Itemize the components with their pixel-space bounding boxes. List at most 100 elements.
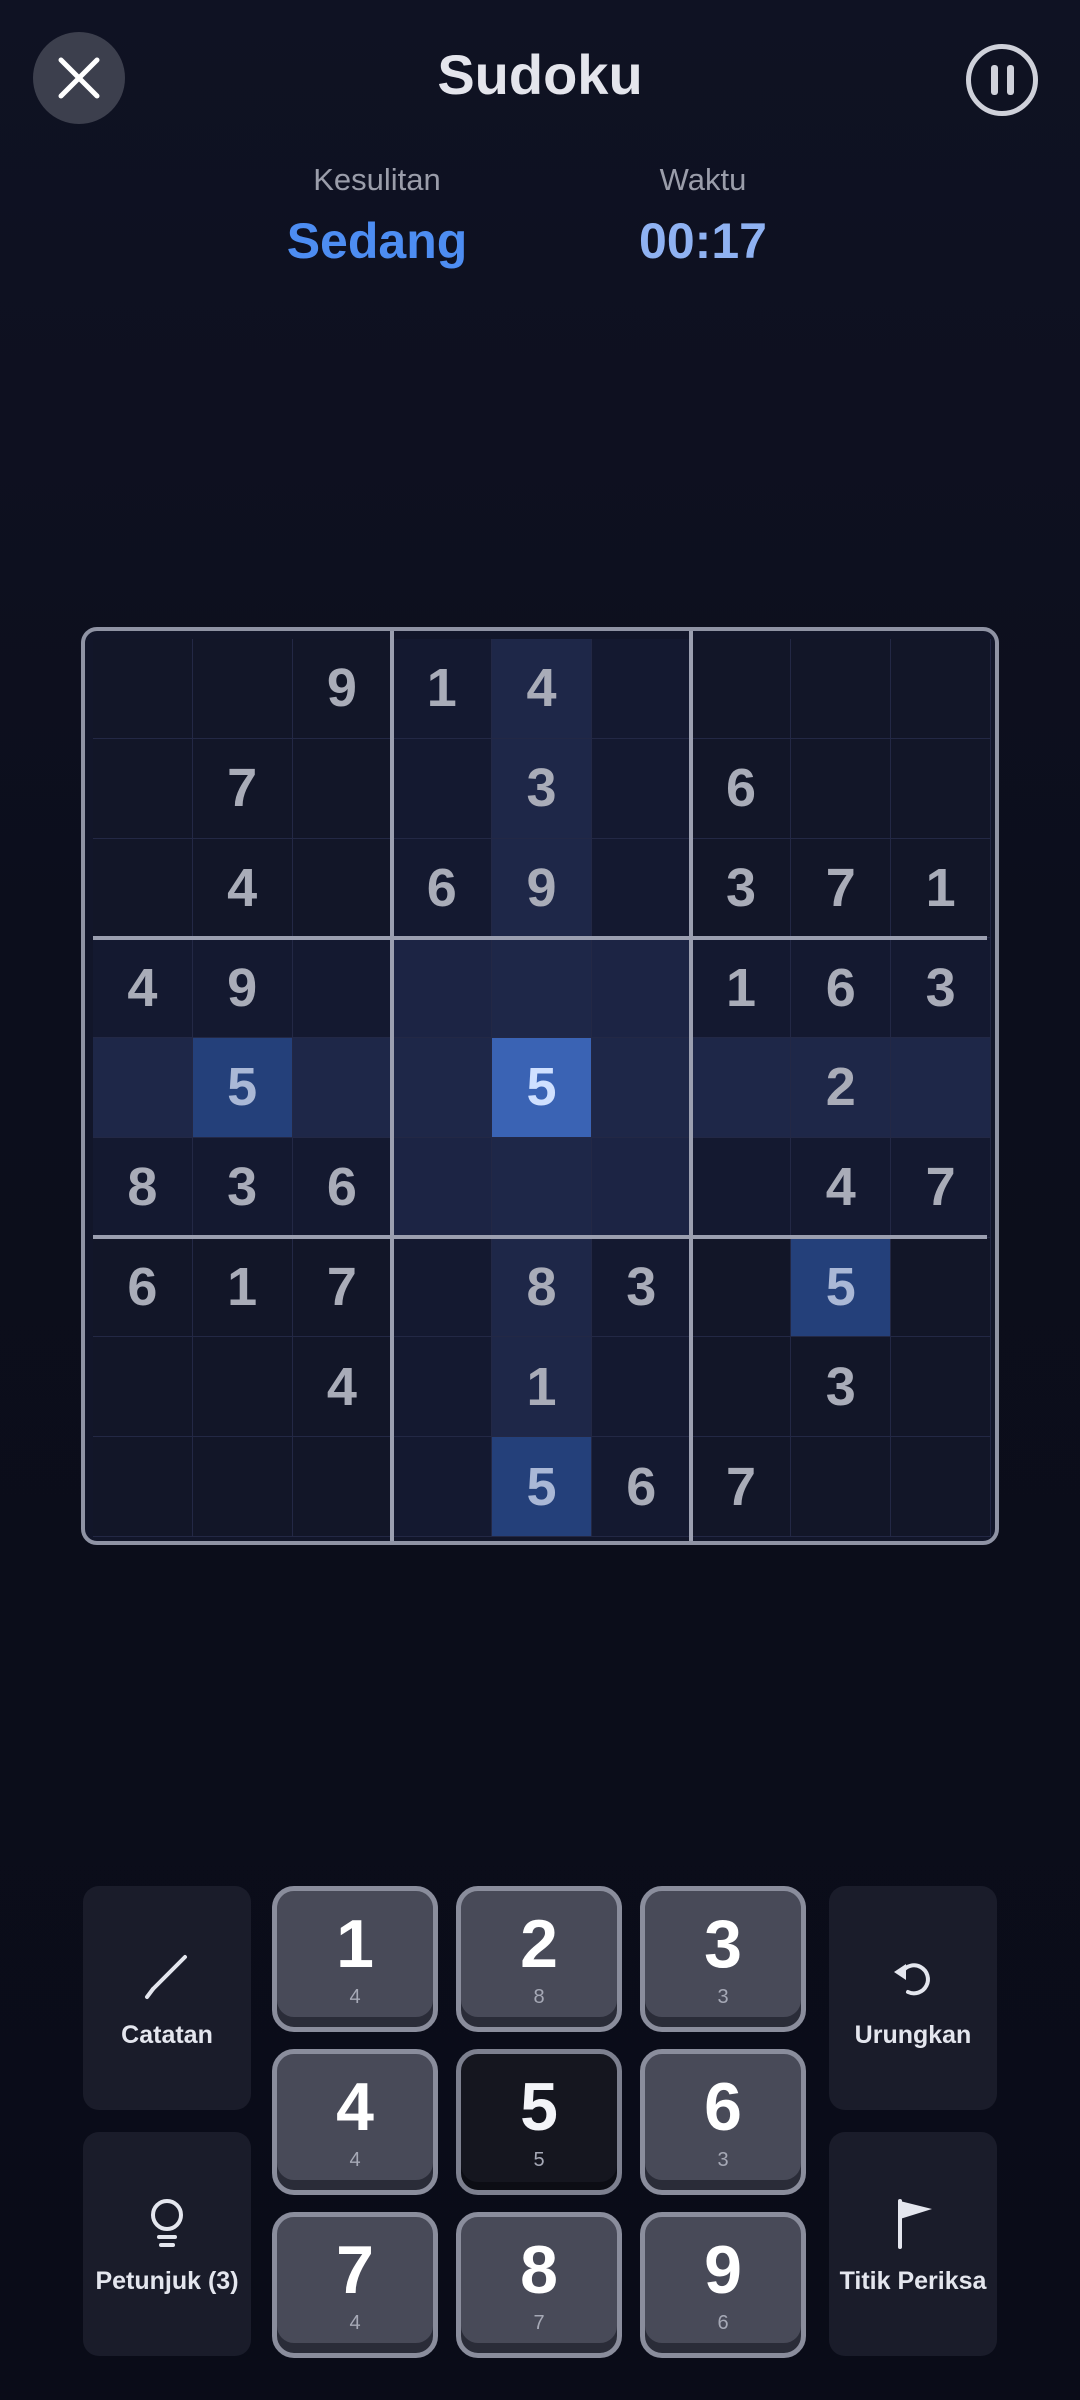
number-button-2[interactable]: 28	[456, 1886, 622, 2032]
number-value: 5	[520, 2068, 558, 2145]
sudoku-cell[interactable]	[891, 1237, 991, 1338]
sudoku-cell[interactable]: 7	[192, 738, 293, 839]
sudoku-cell[interactable]	[192, 639, 293, 739]
sudoku-cell[interactable]	[791, 639, 892, 739]
sudoku-cell[interactable]	[591, 938, 692, 1039]
sudoku-cell[interactable]	[691, 1038, 792, 1138]
sudoku-cell[interactable]: 1	[192, 1237, 293, 1338]
sudoku-cell[interactable]	[591, 738, 692, 839]
sudoku-cell[interactable]	[292, 738, 393, 839]
sudoku-cell[interactable]: 7	[292, 1237, 393, 1338]
sudoku-cell[interactable]: 6	[392, 838, 493, 939]
sudoku-cell[interactable]: 7	[791, 838, 892, 939]
sudoku-cell[interactable]	[192, 1437, 293, 1537]
sudoku-cell[interactable]	[392, 1038, 493, 1138]
sudoku-cell[interactable]	[591, 639, 692, 739]
number-button-7[interactable]: 74	[272, 2212, 438, 2358]
sudoku-cell[interactable]	[392, 1137, 493, 1238]
sudoku-cell[interactable]: 5	[791, 1237, 892, 1338]
sudoku-cell[interactable]: 9	[192, 938, 293, 1039]
sudoku-cell[interactable]: 1	[392, 639, 493, 739]
sudoku-cell[interactable]: 4	[93, 938, 193, 1039]
sudoku-cell[interactable]: 6	[292, 1137, 393, 1238]
sudoku-cell[interactable]	[292, 1038, 393, 1138]
sudoku-cell[interactable]	[492, 1137, 592, 1238]
number-button-1[interactable]: 14	[272, 1886, 438, 2032]
number-button-8[interactable]: 87	[456, 2212, 622, 2358]
sudoku-cell[interactable]	[591, 838, 692, 939]
sudoku-cell[interactable]: 8	[492, 1237, 592, 1338]
sudoku-cell[interactable]	[791, 738, 892, 839]
sudoku-cell[interactable]: 6	[691, 738, 792, 839]
sudoku-cell[interactable]	[93, 1437, 193, 1537]
sudoku-cell[interactable]	[891, 639, 991, 739]
box-divider-vertical	[689, 631, 693, 1541]
sudoku-cell[interactable]: 5	[192, 1038, 293, 1138]
sudoku-cell[interactable]	[392, 1437, 493, 1537]
sudoku-cell[interactable]: 4	[192, 838, 293, 939]
sudoku-cell[interactable]: 4	[492, 639, 592, 739]
sudoku-cell[interactable]: 5	[492, 1038, 592, 1138]
sudoku-cell[interactable]	[292, 838, 393, 939]
sudoku-cell[interactable]	[691, 1137, 792, 1238]
number-button-4[interactable]: 44	[272, 2049, 438, 2195]
sudoku-cell[interactable]	[591, 1337, 692, 1438]
sudoku-cell[interactable]: 8	[93, 1137, 193, 1238]
sudoku-cell[interactable]	[591, 1137, 692, 1238]
number-button-6[interactable]: 63	[640, 2049, 806, 2195]
sudoku-cell[interactable]	[891, 738, 991, 839]
sudoku-cell[interactable]: 3	[492, 738, 592, 839]
sudoku-cell[interactable]	[791, 1437, 892, 1537]
checkpoint-button[interactable]: Titik Periksa	[829, 2132, 997, 2356]
sudoku-cell[interactable]	[891, 1038, 991, 1138]
sudoku-cell[interactable]: 6	[93, 1237, 193, 1338]
sudoku-grid: 9147364693714916355283647617835413567	[93, 639, 991, 1537]
sudoku-board: 9147364693714916355283647617835413567	[81, 627, 999, 1545]
sudoku-cell[interactable]: 6	[791, 938, 892, 1039]
pause-button[interactable]	[966, 44, 1038, 116]
sudoku-cell[interactable]	[392, 1337, 493, 1438]
sudoku-cell[interactable]	[292, 938, 393, 1039]
sudoku-cell[interactable]	[192, 1337, 293, 1438]
sudoku-cell[interactable]: 3	[691, 838, 792, 939]
sudoku-cell[interactable]: 4	[791, 1137, 892, 1238]
sudoku-cell[interactable]: 1	[492, 1337, 592, 1438]
sudoku-cell[interactable]	[392, 1237, 493, 1338]
sudoku-cell[interactable]: 9	[292, 639, 393, 739]
sudoku-cell[interactable]: 2	[791, 1038, 892, 1138]
sudoku-cell[interactable]	[691, 639, 792, 739]
sudoku-cell[interactable]: 4	[292, 1337, 393, 1438]
sudoku-cell[interactable]: 3	[192, 1137, 293, 1238]
number-button-3[interactable]: 33	[640, 1886, 806, 2032]
undo-button[interactable]: Urungkan	[829, 1886, 997, 2110]
sudoku-cell[interactable]	[691, 1337, 792, 1438]
sudoku-cell[interactable]	[891, 1437, 991, 1537]
sudoku-cell[interactable]: 7	[891, 1137, 991, 1238]
notes-button[interactable]: Catatan	[83, 1886, 251, 2110]
sudoku-cell[interactable]	[891, 1337, 991, 1438]
sudoku-cell[interactable]: 1	[891, 838, 991, 939]
sudoku-cell[interactable]	[691, 1237, 792, 1338]
sudoku-cell[interactable]: 9	[492, 838, 592, 939]
sudoku-cell[interactable]	[93, 1337, 193, 1438]
sudoku-cell[interactable]: 5	[492, 1437, 592, 1537]
sudoku-cell[interactable]	[93, 639, 193, 739]
pause-icon-bar	[1006, 65, 1014, 95]
sudoku-cell[interactable]	[93, 738, 193, 839]
sudoku-cell[interactable]: 1	[691, 938, 792, 1039]
sudoku-cell[interactable]: 3	[791, 1337, 892, 1438]
sudoku-cell[interactable]	[292, 1437, 393, 1537]
sudoku-cell[interactable]	[591, 1038, 692, 1138]
sudoku-cell[interactable]: 3	[891, 938, 991, 1039]
sudoku-cell[interactable]	[93, 1038, 193, 1138]
sudoku-cell[interactable]	[392, 738, 493, 839]
sudoku-cell[interactable]	[392, 938, 493, 1039]
sudoku-cell[interactable]: 7	[691, 1437, 792, 1537]
hint-button[interactable]: Petunjuk (3)	[83, 2132, 251, 2356]
sudoku-cell[interactable]	[492, 938, 592, 1039]
number-button-5[interactable]: 55	[456, 2049, 622, 2195]
sudoku-cell[interactable]	[93, 838, 193, 939]
sudoku-cell[interactable]: 6	[591, 1437, 692, 1537]
sudoku-cell[interactable]: 3	[591, 1237, 692, 1338]
number-button-9[interactable]: 96	[640, 2212, 806, 2358]
